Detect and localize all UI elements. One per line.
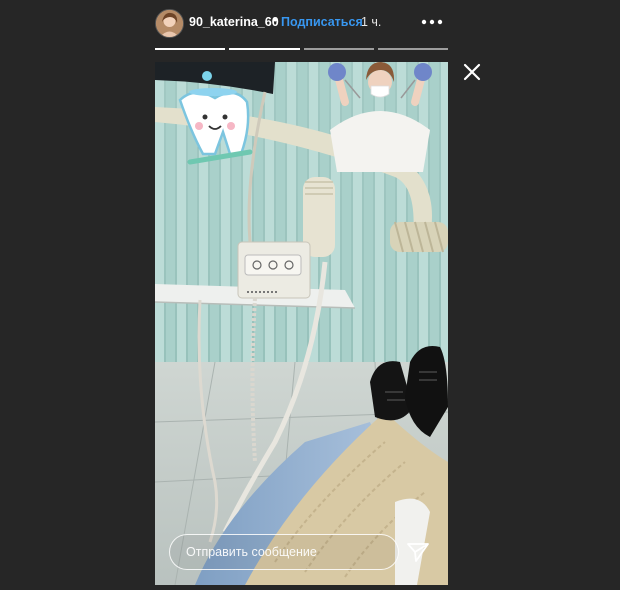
story-progress	[155, 48, 448, 50]
avatar[interactable]	[155, 9, 184, 38]
progress-segment	[229, 48, 300, 50]
progress-segment	[303, 48, 374, 50]
story-photo	[155, 62, 448, 585]
story-media[interactable]	[155, 62, 448, 585]
follow-button[interactable]: Подписаться	[281, 15, 363, 29]
avatar-image	[156, 10, 183, 37]
story-viewer: 90_katerina_60 • Подписаться 1 ч.	[0, 0, 620, 590]
close-icon[interactable]	[463, 63, 481, 81]
username-link[interactable]: 90_katerina_60	[189, 15, 279, 29]
more-horizontal-icon[interactable]	[418, 12, 446, 32]
separator-dot: •	[273, 13, 278, 27]
reply-message-input[interactable]	[169, 534, 399, 570]
progress-segment	[377, 48, 448, 50]
progress-segment	[155, 48, 226, 50]
send-icon[interactable]	[406, 541, 430, 563]
post-time: 1 ч.	[361, 15, 382, 29]
